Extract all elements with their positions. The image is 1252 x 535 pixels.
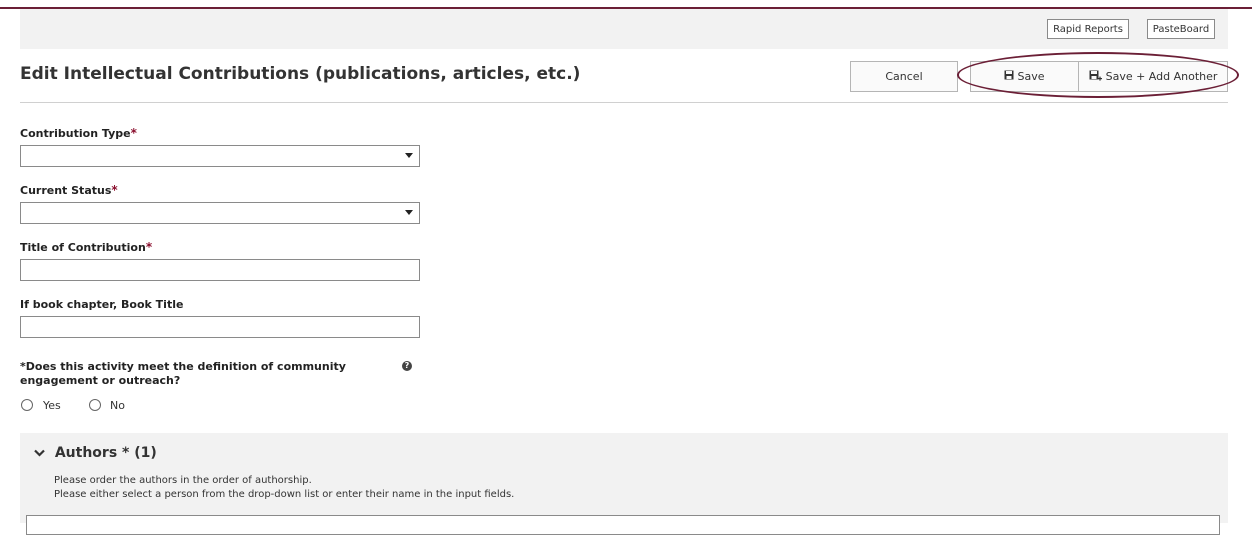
header-divider [20, 102, 1228, 103]
save-add-another-button[interactable]: Save + Add Another [1078, 61, 1228, 92]
required-marker: * [130, 126, 137, 140]
cancel-label: Cancel [885, 70, 923, 83]
yes-radio[interactable] [21, 399, 33, 411]
save-label: Save [1017, 70, 1045, 83]
floppy-plus-icon [1089, 70, 1103, 84]
authors-section: Authors * (1) Please order the authors i… [20, 433, 1228, 535]
title-label: Title of Contribution* [20, 240, 153, 254]
no-radio[interactable] [89, 399, 101, 411]
required-marker: * [111, 183, 118, 197]
save-button[interactable]: Save [970, 61, 1079, 92]
caret-down-icon [405, 153, 413, 158]
author-entry-box[interactable] [26, 515, 1220, 535]
book-title-input[interactable] [20, 316, 420, 338]
page-title: Edit Intellectual Contributions (publica… [20, 64, 581, 84]
contribution-type-select[interactable] [20, 145, 420, 167]
top-toolbar: Rapid Reports PasteBoard [20, 9, 1228, 49]
authors-heading: Authors * (1) [54, 445, 157, 461]
chevron-down-icon [34, 447, 49, 460]
floppy-disk-icon [1004, 70, 1014, 83]
current-status-select[interactable] [20, 202, 420, 224]
rapid-reports-button[interactable]: Rapid Reports [1047, 19, 1129, 39]
contribution-type-label: Contribution Type* [20, 126, 137, 140]
title-input[interactable] [20, 259, 420, 281]
pasteboard-button[interactable]: PasteBoard [1147, 19, 1215, 39]
authors-note-order: Please order the authors in the order of… [54, 475, 312, 486]
book-title-label: If book chapter, Book Title [20, 298, 184, 311]
caret-down-icon [405, 210, 413, 215]
yes-label: Yes [43, 399, 61, 412]
authors-note-select: Please either select a person from the d… [54, 489, 515, 500]
required-marker: * [145, 240, 153, 254]
help-icon[interactable]: ? [402, 361, 412, 371]
cancel-button[interactable]: Cancel [850, 61, 958, 92]
community-engagement-question: *Does this activity meet the definition … [20, 360, 346, 387]
save-add-label: Save + Add Another [1105, 70, 1218, 83]
current-status-label: Current Status* [20, 183, 118, 197]
authors-toggle[interactable]: Authors * (1) [34, 445, 157, 461]
no-label: No [110, 399, 125, 412]
